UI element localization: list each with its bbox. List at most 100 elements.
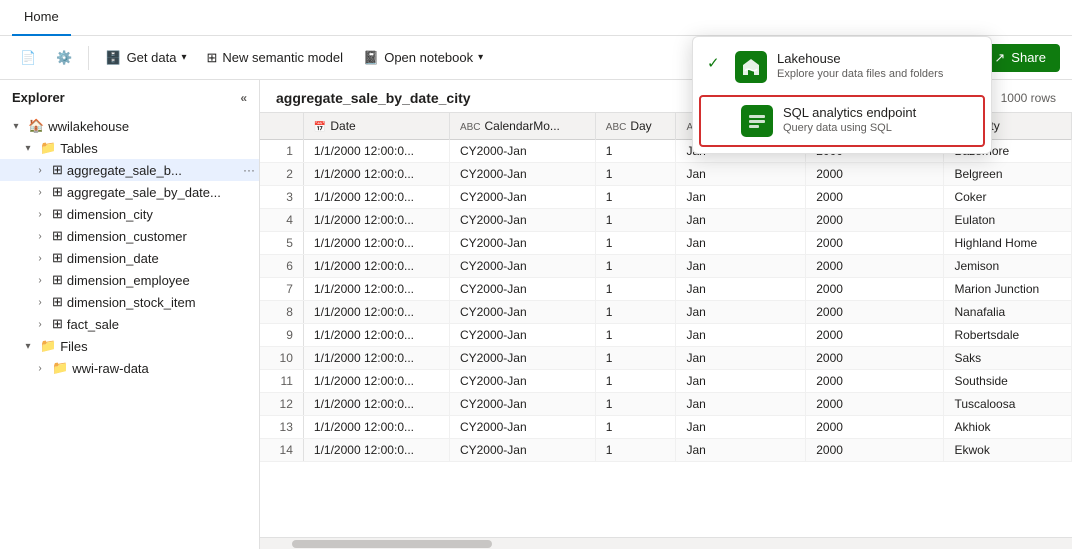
new-button[interactable]: 📄 — [12, 45, 44, 71]
cell: 1/1/2000 12:00:0... — [303, 140, 449, 163]
cell: 1 — [595, 232, 676, 255]
table-row: 81/1/2000 12:00:0...CY2000-Jan1Jan2000Na… — [260, 301, 1072, 324]
share-button[interactable]: ↗ Share — [980, 44, 1060, 72]
sidebar-item-tables[interactable]: ▾ 📁 Tables — [0, 137, 259, 159]
cell: Jan — [676, 278, 806, 301]
sidebar-item-dimension-city[interactable]: › ⊞ dimension_city — [0, 203, 259, 225]
sql-menu-desc: Query data using SQL — [783, 122, 971, 134]
tree-root[interactable]: ▾ 🏠 wwilakehouse — [0, 115, 259, 137]
cell: CY2000-Jan — [449, 301, 595, 324]
row-number: 13 — [260, 416, 303, 439]
chevron-dim-date: › — [32, 253, 48, 264]
home-tab[interactable]: Home — [12, 0, 71, 36]
more-icon-1[interactable]: ··· — [239, 163, 259, 177]
cell: 2000 — [806, 347, 944, 370]
cell: Jan — [676, 347, 806, 370]
dropdown-item-lakehouse[interactable]: ✓ Lakehouse Explore your data files and … — [693, 41, 991, 93]
cell: Marion Junction — [944, 278, 1072, 301]
chevron-dim-emp: › — [32, 275, 48, 286]
cell: Jan — [676, 255, 806, 278]
cell: 1/1/2000 12:00:0... — [303, 163, 449, 186]
gear-icon: ⚙️ — [56, 50, 72, 66]
sidebar-item-dimension-date[interactable]: › ⊞ dimension_date — [0, 247, 259, 269]
sidebar-item-fact-sale[interactable]: › ⊞ fact_sale — [0, 313, 259, 335]
table-container[interactable]: 📅Date ABCCalendarMo... ABCDay ABCShortMo… — [260, 113, 1072, 537]
chevron-root: ▾ — [8, 121, 24, 132]
semantic-model-icon: ⊞ — [206, 50, 217, 66]
cell: 2000 — [806, 370, 944, 393]
cell: Coker — [944, 186, 1072, 209]
horizontal-scrollbar[interactable] — [260, 537, 1072, 549]
sidebar-item-aggregate-sale-by-date[interactable]: › ⊞ aggregate_sale_by_date... — [0, 181, 259, 203]
sidebar-item-dimension-customer[interactable]: › ⊞ dimension_customer — [0, 225, 259, 247]
chevron-fact-sale: › — [32, 319, 48, 330]
chevron-tables: ▾ — [20, 143, 36, 154]
cell: 1/1/2000 12:00:0... — [303, 393, 449, 416]
chevron-down-icon-notebook: ▾ — [478, 52, 483, 63]
separator-1 — [88, 46, 89, 70]
sql-menu-title: SQL analytics endpoint — [783, 105, 971, 120]
table-label-3: dimension_city — [67, 207, 259, 222]
cell: CY2000-Jan — [449, 232, 595, 255]
table-icon-2: ⊞ — [52, 184, 63, 200]
scroll-thumb[interactable] — [292, 540, 492, 548]
chevron-agg1: › — [32, 165, 48, 176]
sidebar-item-wwi-raw-data[interactable]: › 📁 wwi-raw-data — [0, 357, 259, 379]
sql-menu-icon — [741, 105, 773, 137]
sidebar-header: Explorer « — [0, 80, 259, 115]
chevron-wwi: › — [32, 363, 48, 374]
lakehouse-text-block: Lakehouse Explore your data files and fo… — [777, 51, 977, 80]
cell: CY2000-Jan — [449, 255, 595, 278]
cell: 2000 — [806, 209, 944, 232]
folder-icon-files: 📁 — [40, 338, 56, 354]
chevron-dim-cust: › — [32, 231, 48, 242]
table-icon-5: ⊞ — [52, 250, 63, 266]
dropdown-item-sql[interactable]: ✓ SQL analytics endpoint Query data usin… — [699, 95, 985, 147]
col-rownum — [260, 113, 303, 140]
cell: 1 — [595, 209, 676, 232]
collapse-icon[interactable]: « — [240, 91, 247, 105]
get-data-button[interactable]: 🗄️ Get data ▾ — [97, 45, 194, 71]
cell: 1/1/2000 12:00:0... — [303, 439, 449, 462]
lakehouse-dropdown: ✓ Lakehouse Explore your data files and … — [692, 36, 992, 154]
sidebar-item-dimension-employee[interactable]: › ⊞ dimension_employee — [0, 269, 259, 291]
row-number: 7 — [260, 278, 303, 301]
cell: CY2000-Jan — [449, 163, 595, 186]
open-notebook-button[interactable]: 📓 Open notebook ▾ — [355, 45, 491, 71]
cell: Jan — [676, 163, 806, 186]
cell: 1 — [595, 163, 676, 186]
sidebar-item-aggregate-sale-b[interactable]: › ⊞ aggregate_sale_b... ··· — [0, 159, 259, 181]
cell: Jan — [676, 370, 806, 393]
col-calendarmo: ABCCalendarMo... — [449, 113, 595, 140]
cell: 2000 — [806, 278, 944, 301]
cell: Eulaton — [944, 209, 1072, 232]
cell: Jan — [676, 209, 806, 232]
cell: Belgreen — [944, 163, 1072, 186]
cell: Jan — [676, 393, 806, 416]
table-label-8: fact_sale — [67, 317, 259, 332]
row-number: 11 — [260, 370, 303, 393]
row-number: 14 — [260, 439, 303, 462]
sidebar-item-dimension-stock-item[interactable]: › ⊞ dimension_stock_item — [0, 291, 259, 313]
new-semantic-model-button[interactable]: ⊞ New semantic model — [198, 45, 351, 71]
sql-text-block: SQL analytics endpoint Query data using … — [783, 105, 971, 134]
chevron-down-icon: ▾ — [181, 52, 186, 63]
settings-button[interactable]: ⚙️ — [48, 45, 80, 71]
data-table: 📅Date ABCCalendarMo... ABCDay ABCShortMo… — [260, 113, 1072, 462]
table-title: aggregate_sale_by_date_city — [276, 90, 471, 106]
row-number: 5 — [260, 232, 303, 255]
cell: 1 — [595, 255, 676, 278]
cell: CY2000-Jan — [449, 347, 595, 370]
cell: 2000 — [806, 163, 944, 186]
cell: 2000 — [806, 439, 944, 462]
table-row: 141/1/2000 12:00:0...CY2000-Jan1Jan2000E… — [260, 439, 1072, 462]
cell: 1/1/2000 12:00:0... — [303, 278, 449, 301]
cell: 1 — [595, 301, 676, 324]
share-icon: ↗ — [994, 50, 1005, 66]
cell: CY2000-Jan — [449, 186, 595, 209]
table-icon-3: ⊞ — [52, 206, 63, 222]
sidebar-item-files[interactable]: ▾ 📁 Files — [0, 335, 259, 357]
lakehouse-menu-title: Lakehouse — [777, 51, 977, 66]
cell: 1/1/2000 12:00:0... — [303, 301, 449, 324]
row-number: 9 — [260, 324, 303, 347]
